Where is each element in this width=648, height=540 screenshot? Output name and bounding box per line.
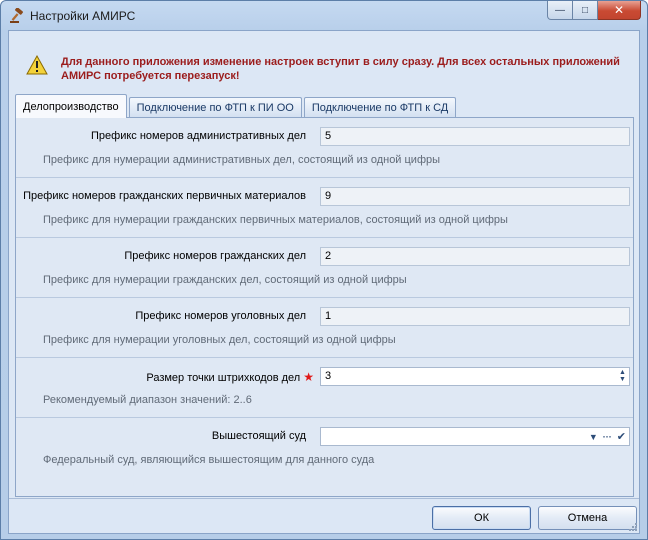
tab-strip: Делопроизводство Подключение по ФТП к ПИ… xyxy=(15,94,458,118)
close-icon: ✕ xyxy=(613,3,625,17)
setting-description: Префикс для нумерации гражданских дел, с… xyxy=(43,274,407,286)
tab-ftp-pi-oo[interactable]: Подключение по ФТП к ПИ ОО xyxy=(128,97,302,117)
setting-label: Префикс номеров гражданских дел xyxy=(124,250,306,262)
resize-grip-icon[interactable] xyxy=(628,522,638,532)
spin-up-icon[interactable]: ▲ xyxy=(618,369,627,376)
barcode-dot-size-spinner[interactable]: 3 ▲ ▼ xyxy=(320,367,630,386)
setting-label-wrap: Размер точки штрихкодов дел ★ xyxy=(146,370,314,384)
setting-superior-court: Вышестоящий суд ▼ ··· ✔ Федеральный суд,… xyxy=(16,418,633,478)
civil-primary-prefix-input[interactable]: 9 xyxy=(320,187,630,206)
civil-prefix-input[interactable]: 2 xyxy=(320,247,630,266)
restart-warning: Для данного приложения изменение настрое… xyxy=(61,56,620,82)
spin-down-icon[interactable]: ▼ xyxy=(618,376,627,383)
dialog-body: Для данного приложения изменение настрое… xyxy=(8,30,640,534)
setting-civil-prefix: Префикс номеров гражданских дел 2 Префик… xyxy=(16,238,633,298)
minimize-button[interactable]: — xyxy=(547,1,573,20)
tab-label: Делопроизводство xyxy=(23,100,119,113)
title-bar[interactable]: Настройки АМИРС — □ ✕ xyxy=(1,1,647,30)
superior-court-select[interactable]: ▼ ··· ✔ xyxy=(320,427,630,446)
setting-label: Префикс номеров гражданских первичных ма… xyxy=(23,190,306,202)
maximize-button[interactable]: □ xyxy=(573,1,598,20)
cancel-button[interactable]: Отмена xyxy=(538,506,637,530)
chevron-down-icon[interactable]: ▼ xyxy=(589,432,598,442)
setting-description: Префикс для нумерации административных д… xyxy=(43,154,441,166)
tab-ftp-sd[interactable]: Подключение по ФТП к СД xyxy=(303,97,457,117)
setting-label: Вышестоящий суд xyxy=(211,430,306,442)
setting-description: Рекомендуемый диапазон значений: 2..6 xyxy=(43,394,252,406)
warning-icon xyxy=(26,55,48,75)
check-icon[interactable]: ✔ xyxy=(617,430,626,443)
spinner-value: 3 xyxy=(325,370,332,382)
setting-label: Размер точки штрихкодов дел xyxy=(146,372,301,384)
required-star-icon: ★ xyxy=(303,370,314,384)
setting-description: Префикс для нумерации гражданских первич… xyxy=(43,214,508,226)
tab-label: Подключение по ФТП к СД xyxy=(311,101,449,114)
setting-civil-primary-prefix: Префикс номеров гражданских первичных ма… xyxy=(16,178,633,238)
setting-description: Префикс для нумерации уголовных дел, сос… xyxy=(43,334,396,346)
setting-description: Федеральный суд, являющийся вышестоящим … xyxy=(43,454,375,466)
footer-divider xyxy=(9,498,639,499)
maximize-icon: □ xyxy=(581,4,589,16)
tab-panel-records: Префикс номеров административных дел 5 П… xyxy=(15,117,634,497)
setting-barcode-dot-size: Размер точки штрихкодов дел ★ 3 ▲ ▼ Реком… xyxy=(16,358,633,418)
setting-criminal-prefix: Префикс номеров уголовных дел 1 Префикс … xyxy=(16,298,633,358)
admin-prefix-input[interactable]: 5 xyxy=(320,127,630,146)
tab-label: Подключение по ФТП к ПИ ОО xyxy=(136,101,294,114)
criminal-prefix-input[interactable]: 1 xyxy=(320,307,630,326)
setting-label: Префикс номеров административных дел xyxy=(91,130,306,142)
tab-records[interactable]: Делопроизводство xyxy=(15,94,127,118)
setting-label: Префикс номеров уголовных дел xyxy=(135,310,306,322)
settings-window: Настройки АМИРС — □ ✕ Для данного прилож… xyxy=(0,0,648,540)
spinner-buttons: ▲ ▼ xyxy=(618,369,627,384)
close-button[interactable]: ✕ xyxy=(598,1,641,20)
ellipsis-icon[interactable]: ··· xyxy=(603,432,612,442)
gavel-icon xyxy=(10,8,23,23)
setting-admin-prefix: Префикс номеров административных дел 5 П… xyxy=(16,118,633,178)
minimize-icon: — xyxy=(555,4,565,16)
ok-button[interactable]: ОК xyxy=(432,506,531,530)
window-title: Настройки АМИРС xyxy=(30,9,136,23)
